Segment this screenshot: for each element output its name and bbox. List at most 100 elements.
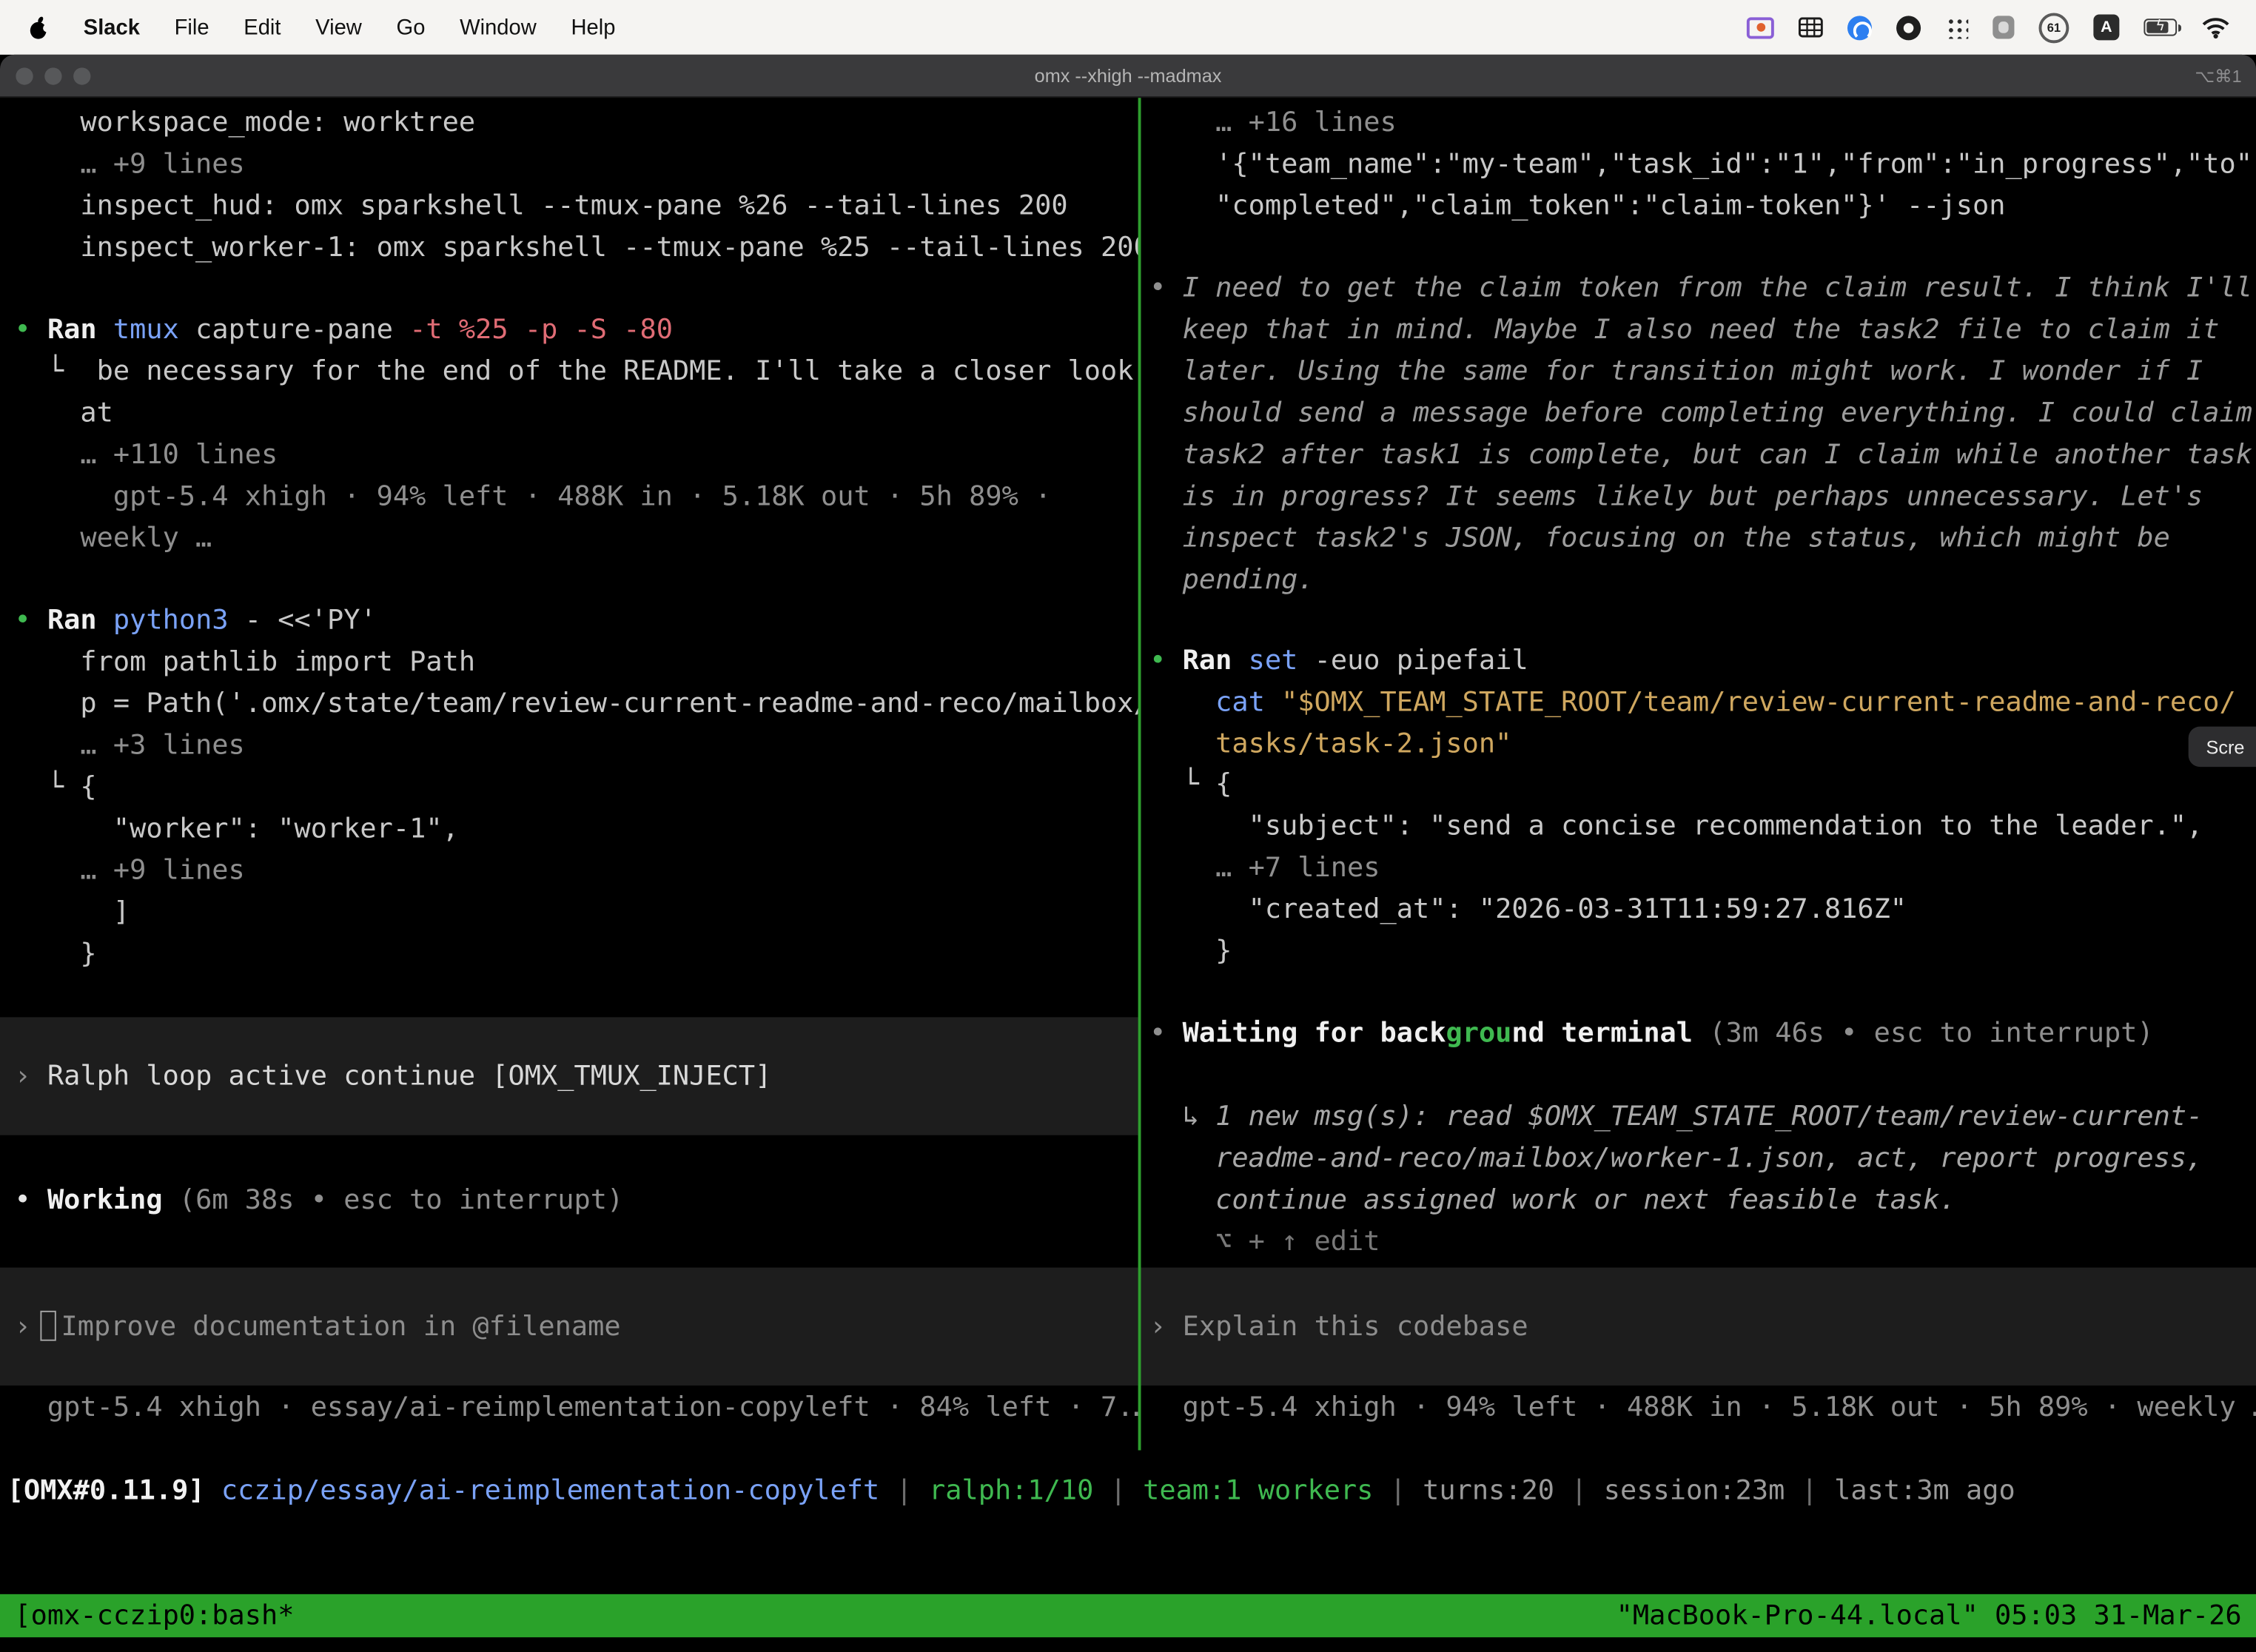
reply-arrow-icon: ↳ — [1149, 1101, 1199, 1132]
terminal-line: › Ralph loop active continue [OMX_TMUX_I… — [0, 1055, 771, 1097]
terminal-line: ↳ 1 new msg(s): read $OMX_TEAM_STATE_ROO… — [1149, 1096, 2256, 1138]
omx-version: [OMX#0.11.9] — [7, 1474, 205, 1506]
menu-item-file[interactable]: File — [157, 15, 226, 39]
thinking-block: • I need to get the claim token from the… — [1149, 268, 2256, 602]
terminal-line: } — [14, 934, 1138, 976]
bullet-icon: • — [14, 314, 30, 346]
cat-command: cat "$OMX_TEAM_STATE_ROOT/team/review-cu… — [1149, 682, 2256, 765]
app-menu-slack[interactable]: Slack — [66, 15, 157, 39]
menu-item-window[interactable]: Window — [443, 15, 554, 39]
terminal-line: later. Using the same for transition mig… — [1149, 351, 2256, 392]
pane-status-right: gpt-5.4 xhigh · 94% left · 488K in · 5.1… — [1149, 1387, 2256, 1428]
hud-output: workspace_mode: worktree … +9 lines insp… — [14, 102, 1138, 269]
command-tail-output: … +16 lines '{"team_name":"my-team","tas… — [1149, 102, 2256, 227]
terminal-line: from pathlib import Path — [14, 642, 1138, 683]
terminal-line: readme-and-reco/mailbox/worker-1.json, a… — [1149, 1138, 2256, 1180]
terminal-line: gpt-5.4 xhigh · 94% left · 488K in · 5.1… — [1149, 1387, 2256, 1428]
terminal-line: cat "$OMX_TEAM_STATE_ROOT/team/review-cu… — [1149, 682, 2256, 723]
input-source-icon[interactable]: A — [2093, 14, 2119, 40]
terminal-line: inspect task2's JSON, focusing on the st… — [1149, 518, 2256, 560]
wifi-icon[interactable] — [2201, 10, 2230, 45]
menu-item-edit[interactable]: Edit — [226, 15, 298, 39]
omx-ralph-counter: ralph:1/10 — [929, 1474, 1093, 1506]
window-title: omx --xhigh --madmax — [0, 64, 2256, 86]
terminal-line: at — [14, 393, 1138, 434]
terminal-line: "created_at": "2026-03-31T11:59:27.816Z" — [1149, 889, 2256, 930]
terminal-line: p = Path('.omx/state/team/review-current… — [14, 683, 1138, 725]
prompt-input-left[interactable]: › Improve documentation in @filename — [0, 1268, 1138, 1386]
terminal-line: … +16 lines — [1149, 102, 2256, 144]
pane-right[interactable]: … +16 lines '{"team_name":"my-team","tas… — [1141, 98, 2256, 1450]
dark-app-icon[interactable] — [1896, 10, 1921, 45]
terminal-line: └ { — [14, 767, 1138, 808]
bullet-icon: • — [14, 1184, 30, 1216]
screen-recording-indicator[interactable] — [1747, 10, 1774, 45]
ralph-inject-row[interactable]: › Ralph loop active continue [OMX_TMUX_I… — [0, 1017, 1138, 1135]
omx-status-bar: [OMX#0.11.9] cczip/essay/ai-reimplementa… — [7, 1471, 2015, 1512]
battery-icon[interactable]: ϟ — [2143, 10, 2177, 45]
omx-session-time: session:23m — [1604, 1474, 1785, 1506]
menu-item-help[interactable]: Help — [554, 15, 633, 39]
terminal-window: omx --xhigh --madmax ⌥⌘1 workspace_mode:… — [0, 55, 2256, 1652]
terminal-line: … +9 lines — [14, 144, 1138, 185]
terminal-line: "worker": "worker-1", — [14, 808, 1138, 850]
terminal-line: '{"team_name":"my-team","task_id":"1","f… — [1149, 144, 2256, 185]
gray-app-icon[interactable] — [1993, 10, 2014, 45]
terminal-line: weekly … — [14, 518, 1138, 560]
terminal-line: workspace_mode: worktree — [14, 102, 1138, 144]
screen-notification[interactable]: Scre — [2189, 727, 2256, 767]
apple-menu[interactable] — [17, 10, 66, 45]
dots-grid-icon[interactable] — [1945, 10, 1968, 45]
menu-bar: Slack File Edit View Go Window Help 61 A… — [0, 0, 2256, 55]
prompt-placeholder: Explain this codebase — [1166, 1310, 1528, 1342]
terminal-line: └ { — [1149, 764, 2256, 805]
bullet-icon: • — [1149, 645, 1166, 676]
screen-notification-text: Scre — [2206, 736, 2245, 757]
ran-python-command: • Ran python3 - <<'PY' — [14, 600, 1138, 642]
terminal-line: … +7 lines — [1149, 847, 2256, 889]
terminal-line: } — [1149, 931, 2256, 973]
window-shortcut-hint: ⌥⌘1 — [2195, 65, 2241, 85]
apple-logo-icon — [29, 10, 49, 45]
battery-ring-icon[interactable]: 61 — [2039, 13, 2069, 43]
grid-icon[interactable] — [1799, 10, 1823, 45]
terminal-line: … +110 lines — [14, 434, 1138, 476]
prompt-placeholder: Improve documentation in @filename — [61, 1310, 621, 1342]
chevron-icon: › — [14, 1310, 30, 1342]
bullet-icon: • — [1149, 272, 1166, 303]
pane-left[interactable]: workspace_mode: worktree … +9 lines insp… — [0, 98, 1138, 1450]
tmux-session-window: [omx-cczip0:bash* — [14, 1595, 294, 1636]
window-title-bar[interactable]: omx --xhigh --madmax ⌥⌘1 — [0, 55, 2256, 98]
tmux-host-time: "MacBook-Pro-44.local" 05:03 31-Mar-26 — [1617, 1595, 2242, 1636]
menu-item-go[interactable]: Go — [379, 15, 443, 39]
prompt-input-right[interactable]: › Explain this codebase — [1141, 1268, 2256, 1386]
ran-tmux-command: • Ran tmux capture-pane -t %25 -p -S -80 — [14, 309, 1138, 351]
waiting-status: • Waiting for background terminal (3m 46… — [1149, 1013, 2256, 1055]
blue-app-icon[interactable] — [1847, 10, 1872, 45]
menu-item-view[interactable]: View — [298, 15, 379, 39]
terminal-line: • I need to get the claim token from the… — [1149, 268, 2256, 309]
terminal-line: › Explain this codebase — [1141, 1306, 1528, 1347]
battery-ring-value: 61 — [2047, 20, 2061, 34]
terminal-content: workspace_mode: worktree … +9 lines insp… — [0, 98, 2256, 1651]
terminal-line: continue assigned work or next feasible … — [1149, 1180, 2256, 1221]
task-json-result: └ { "subject": "send a concise recommend… — [1149, 764, 2256, 973]
bullet-icon: • — [14, 604, 30, 636]
terminal-line: gpt-5.4 xhigh · essay/ai-reimplementatio… — [14, 1387, 1138, 1428]
working-status: • Working (6m 38s • esc to interrupt) — [14, 1180, 1138, 1221]
python-command-result: from pathlib import Path p = Path('.omx/… — [14, 642, 1138, 976]
terminal-line: • Working (6m 38s • esc to interrupt) — [14, 1180, 1138, 1221]
terminal-line: pending. — [1149, 560, 2256, 601]
terminal-line: › Improve documentation in @filename — [0, 1306, 621, 1347]
terminal-line: └ be necessary for the end of the README… — [14, 351, 1138, 392]
omx-last-activity: last:3m ago — [1834, 1474, 2015, 1506]
terminal-line: ] — [14, 892, 1138, 933]
terminal-line: … +9 lines — [14, 850, 1138, 892]
incoming-message: ↳ 1 new msg(s): read $OMX_TEAM_STATE_ROO… — [1149, 1096, 2256, 1263]
screen: Slack File Edit View Go Window Help 61 A… — [0, 0, 2256, 1652]
tmux-status-bar: [omx-cczip0:bash* "MacBook-Pro-44.local"… — [0, 1594, 2256, 1637]
terminal-line: "completed","claim_token":"claim-token"}… — [1149, 186, 2256, 227]
omx-turns: turns:20 — [1423, 1474, 1554, 1506]
terminal-line: • Ran tmux capture-pane -t %25 -p -S -80 — [14, 309, 1138, 351]
menu-status-icons: 61 A ϟ — [1747, 10, 2239, 45]
